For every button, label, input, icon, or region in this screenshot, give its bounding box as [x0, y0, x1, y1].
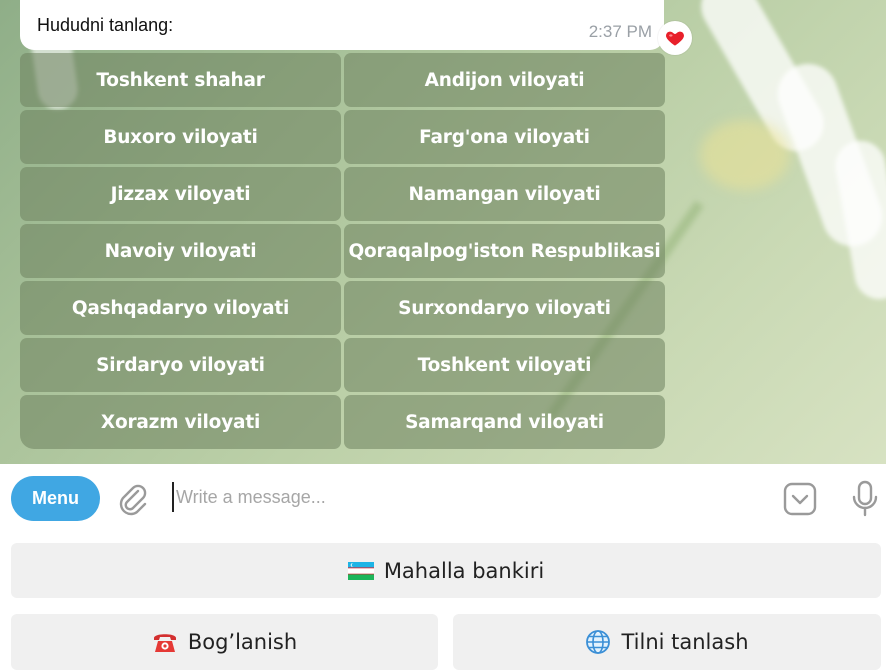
message-bubble: Hududni tanlang: 2:37 PM — [20, 0, 664, 50]
region-button[interactable]: Jizzax viloyati — [20, 167, 341, 221]
heart-icon — [666, 31, 684, 46]
contact-button[interactable]: Bog’lanish — [11, 614, 438, 670]
region-button[interactable]: Qashqadaryo viloyati — [20, 281, 341, 335]
region-button[interactable]: Andijon viloyati — [344, 53, 665, 107]
heart-reaction[interactable] — [658, 21, 692, 55]
region-button[interactable]: Namangan viloyati — [344, 167, 665, 221]
uzbekistan-flag-icon — [347, 561, 374, 580]
message-time: 2:37 PM — [588, 22, 652, 41]
globe-icon — [585, 629, 611, 655]
region-button[interactable]: Farg'ona viloyati — [344, 110, 665, 164]
region-button[interactable]: Surxondaryo viloyati — [344, 281, 665, 335]
region-button[interactable]: Samarqand viloyati — [344, 395, 665, 449]
mahalla-bankiri-label: Mahalla bankiri — [383, 558, 545, 583]
region-button[interactable]: Toshkent shahar — [20, 53, 341, 107]
region-button[interactable]: Sirdaryo viloyati — [20, 338, 341, 392]
language-label: Tilni tanlash — [621, 630, 749, 654]
region-button[interactable]: Xorazm viloyati — [20, 395, 341, 449]
mahalla-bankiri-button[interactable]: Mahalla bankiri — [11, 543, 881, 598]
region-button[interactable]: Navoiy viloyati — [20, 224, 341, 278]
message-input[interactable] — [172, 482, 732, 512]
region-button[interactable]: Qoraqalpog'iston Respublikasi — [344, 224, 665, 278]
region-button[interactable]: Toshkent viloyati — [344, 338, 665, 392]
menu-button[interactable]: Menu — [11, 476, 100, 521]
message-text: Hududni tanlang: — [37, 15, 174, 35]
telephone-icon — [152, 629, 178, 655]
bot-keyboard-toggle-icon[interactable] — [783, 482, 817, 516]
region-button[interactable]: Buxoro viloyati — [20, 110, 341, 164]
message-composer: Menu — [0, 464, 886, 532]
paperclip-icon[interactable] — [116, 481, 150, 517]
language-button[interactable]: Tilni tanlash — [453, 614, 881, 670]
microphone-icon[interactable] — [850, 480, 880, 518]
contact-label: Bog’lanish — [187, 630, 298, 654]
